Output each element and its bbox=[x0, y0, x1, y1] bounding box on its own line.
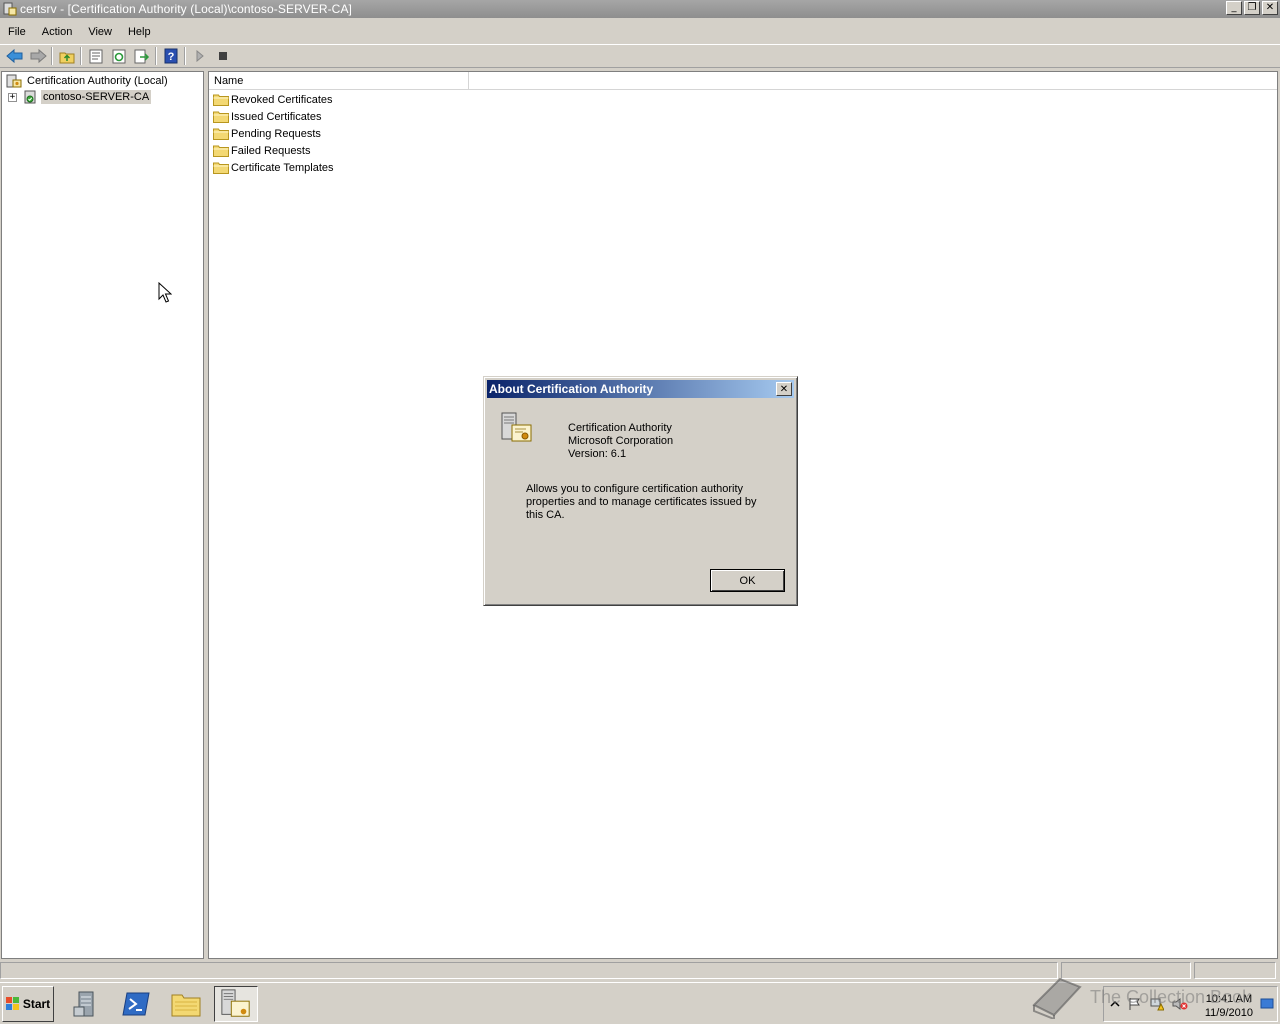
status-bar bbox=[0, 962, 1280, 980]
taskbar: Start 10:41 AM 11/9/2010 bbox=[0, 982, 1280, 1024]
help-icon: ? bbox=[164, 48, 177, 64]
back-button[interactable] bbox=[3, 45, 26, 67]
clock-time: 10:41 AM bbox=[1205, 993, 1253, 1005]
forward-icon bbox=[30, 48, 47, 64]
list-item-label: Issued Certificates bbox=[231, 110, 322, 123]
toolbar-separator bbox=[184, 47, 186, 65]
refresh-icon bbox=[112, 49, 125, 63]
powershell-icon bbox=[122, 992, 150, 1016]
menu-view[interactable]: View bbox=[80, 23, 120, 41]
certificate-authority-icon bbox=[6, 74, 22, 88]
list-item[interactable]: Issued Certificates bbox=[213, 108, 321, 125]
ok-button[interactable]: OK bbox=[710, 569, 785, 592]
menu-help[interactable]: Help bbox=[120, 23, 159, 41]
console-tree[interactable]: Certification Authority (Local) + contos… bbox=[1, 71, 204, 959]
forward-button[interactable] bbox=[26, 45, 49, 67]
menu-action[interactable]: Action bbox=[34, 23, 81, 41]
window-title-bar: certsrv - [Certification Authority (Loca… bbox=[0, 0, 1280, 18]
properties-button[interactable] bbox=[84, 45, 107, 67]
product-description: Allows you to configure certification au… bbox=[526, 483, 757, 521]
column-header-empty bbox=[469, 72, 1277, 90]
version-text: Version: 6.1 bbox=[568, 448, 627, 460]
close-window-button[interactable]: ✕ bbox=[1262, 1, 1278, 15]
certsrv-app-icon bbox=[3, 2, 17, 16]
ca-server-icon bbox=[24, 90, 36, 104]
refresh-button[interactable] bbox=[107, 45, 130, 67]
properties-icon bbox=[89, 49, 102, 63]
product-info: Certification Authority Microsoft Corpor… bbox=[568, 422, 673, 461]
up-folder-icon bbox=[59, 52, 74, 63]
windows-logo-icon bbox=[5, 997, 19, 1010]
list-item[interactable]: Certificate Templates bbox=[213, 159, 334, 176]
folder-icon bbox=[213, 128, 229, 140]
restore-button[interactable]: ❐ bbox=[1244, 1, 1260, 15]
tree-item-ca-label: contoso-SERVER-CA bbox=[41, 90, 152, 104]
company-name: Microsoft Corporation bbox=[568, 435, 674, 447]
notification-area: 10:41 AM 11/9/2010 bbox=[1103, 986, 1278, 1022]
start-label: Start bbox=[22, 997, 51, 1011]
help-button[interactable]: ? bbox=[159, 45, 182, 67]
toolbar-separator bbox=[155, 47, 157, 65]
about-dialog: About Certification Authority ✕ Certific… bbox=[483, 376, 798, 606]
dialog-title-bar[interactable]: About Certification Authority ✕ bbox=[487, 380, 794, 398]
status-panel-secondary bbox=[1061, 962, 1191, 979]
back-icon bbox=[5, 48, 22, 64]
list-item-label: Revoked Certificates bbox=[231, 93, 333, 106]
window-title: certsrv - [Certification Authority (Loca… bbox=[20, 2, 352, 16]
svg-text:?: ? bbox=[167, 51, 174, 63]
start-button[interactable]: Start bbox=[2, 986, 54, 1022]
system-clock[interactable]: 10:41 AM 11/9/2010 bbox=[1205, 992, 1253, 1020]
list-item-label: Pending Requests bbox=[231, 127, 321, 140]
show-hidden-icons-icon[interactable] bbox=[1110, 999, 1120, 1009]
folder-icon bbox=[213, 94, 229, 106]
stop-service-icon bbox=[218, 52, 227, 60]
server-manager-icon bbox=[73, 991, 94, 1017]
folder-icon bbox=[213, 145, 229, 157]
network-warning-icon[interactable] bbox=[1150, 997, 1164, 1011]
tree-item-root-label: Certification Authority (Local) bbox=[27, 75, 168, 87]
taskbar-certsrv[interactable] bbox=[214, 986, 258, 1022]
export-list-button[interactable] bbox=[130, 45, 153, 67]
list-item[interactable]: Failed Requests bbox=[213, 142, 311, 159]
folder-icon bbox=[213, 111, 229, 123]
list-item-label: Failed Requests bbox=[231, 144, 311, 157]
column-header-name[interactable]: Name bbox=[209, 72, 469, 90]
action-center-flag-icon[interactable] bbox=[1128, 997, 1142, 1011]
taskbar-explorer[interactable] bbox=[164, 986, 208, 1022]
toolbar: ? bbox=[0, 44, 1280, 68]
clock-date: 11/9/2010 bbox=[1204, 1007, 1253, 1019]
list-item[interactable]: Pending Requests bbox=[213, 125, 321, 142]
start-service-button[interactable] bbox=[188, 45, 211, 67]
certificate-authority-icon bbox=[221, 989, 250, 1017]
taskbar-server-manager[interactable] bbox=[64, 986, 108, 1022]
folder-icon bbox=[213, 162, 229, 174]
list-item[interactable]: Revoked Certificates bbox=[213, 91, 333, 108]
status-panel-tertiary bbox=[1194, 962, 1276, 979]
start-service-icon bbox=[196, 50, 204, 62]
dialog-title: About Certification Authority bbox=[489, 382, 654, 396]
menu-bar: File Action View Help bbox=[0, 22, 159, 42]
up-folder-button[interactable] bbox=[55, 45, 78, 67]
mouse-cursor-icon bbox=[158, 282, 172, 303]
toolbar-separator bbox=[51, 47, 53, 65]
list-header: Name bbox=[209, 72, 1277, 90]
export-list-icon bbox=[134, 49, 149, 63]
show-desktop-icon[interactable] bbox=[1260, 998, 1274, 1010]
stop-service-button[interactable] bbox=[211, 45, 234, 67]
volume-muted-icon[interactable] bbox=[1172, 997, 1188, 1011]
toolbar-separator bbox=[80, 47, 82, 65]
dialog-close-button[interactable]: ✕ bbox=[776, 382, 792, 396]
product-name: Certification Authority bbox=[568, 422, 672, 434]
minimize-button[interactable]: _ bbox=[1226, 1, 1242, 15]
folder-icon bbox=[171, 994, 201, 1017]
menu-file[interactable]: File bbox=[0, 23, 34, 41]
status-panel-main bbox=[0, 962, 1058, 979]
tree-expander[interactable]: + bbox=[8, 92, 17, 102]
list-item-label: Certificate Templates bbox=[231, 161, 334, 174]
tree-item-root[interactable]: Certification Authority (Local) bbox=[6, 73, 170, 89]
taskbar-powershell[interactable] bbox=[114, 986, 158, 1022]
certificate-authority-icon bbox=[501, 412, 532, 442]
tree-item-ca[interactable]: + contoso-SERVER-CA bbox=[8, 89, 152, 105]
